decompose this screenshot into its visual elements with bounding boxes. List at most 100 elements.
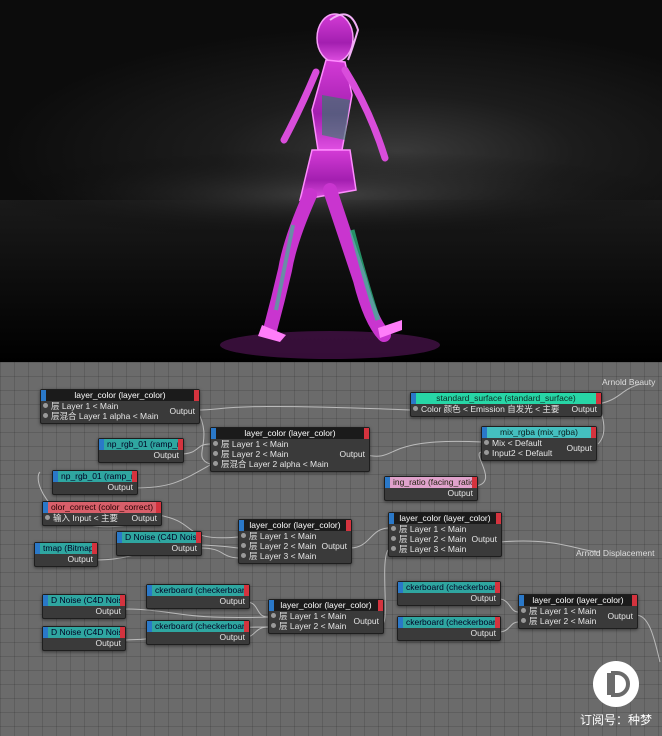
input-port[interactable] [391,526,396,531]
c4d-noise-node[interactable]: D Noise (C4D Noise) Output [42,626,126,651]
checkerboard-node[interactable]: ckerboard (checkerboard) Output [146,584,250,609]
arnold-displacement-output-label: Arnold Displacement [576,548,655,558]
layer-color-node[interactable]: layer_color (layer_color) 层 Layer 1 < Ma… [210,427,370,472]
output-label: Output [339,449,365,459]
color-correct-node[interactable]: olor_correct (color_correct) 输入 Input < … [42,501,162,526]
input-label: Input2 < Default [492,448,553,458]
layer-color-node[interactable]: layer_color (layer_color) 层 Layer 1 < Ma… [238,519,352,564]
node-input-row: 层 Layer 2 < Main Output [389,534,501,544]
node-title: layer_color (layer_color) [269,600,383,611]
input-port[interactable] [271,613,276,618]
input-label: Mix < Default [492,438,542,448]
input-port[interactable] [241,533,246,538]
node-title: np_rgb_01 (ramp_rgb) [53,471,137,482]
input-label: 层 Layer 1 < Main [399,524,467,534]
node-input-row: 层 Layer 2 < Main Output [211,449,369,459]
layer-color-node[interactable]: layer_color (layer_color) 层 Layer 1 < Ma… [388,512,502,557]
ramp-rgb-node[interactable]: np_rgb_01 (ramp_rgb) Output [98,438,184,463]
node-input-row: 层 Layer 3 < Main [389,544,501,554]
output-label: Output [321,541,347,551]
input-port[interactable] [45,515,50,520]
node-graph-editor[interactable]: Arnold Beauty Arnold Displacement layer_… [0,362,662,736]
output-label: Output [219,632,245,642]
layer-color-node[interactable]: layer_color (layer_color) 层 Layer 1 < Ma… [40,389,200,424]
checkerboard-node[interactable]: ckerboard (checkerboard) Output [397,581,501,606]
input-label: 层 Layer 2 < Main [279,621,347,631]
node-title: D Noise (C4D Noise) [43,595,125,606]
node-input-row: 输入 Input < 主要 Output [43,513,161,523]
watermark: 订阅号：种梦 [580,661,652,728]
input-port[interactable] [213,451,218,456]
node-title: ckerboard (checkerboard) [398,582,500,593]
input-label: Color 颜色 < Emission 自发光 < 主要 [421,404,560,414]
input-port[interactable] [484,440,489,445]
input-label: 层 Layer 3 < Main [249,551,317,561]
node-output-row: Output [43,638,125,648]
brand-logo-icon [592,661,639,707]
node-input-row: 层 Layer 2 < Main Output [519,611,637,626]
mix-rgba-node[interactable]: mix_rgba (mix_rgba) Mix < Default Input2… [481,426,597,461]
input-port[interactable] [43,413,48,418]
input-label: 层混合 Layer 2 alpha < Main [221,459,329,469]
output-label: Output [131,513,157,523]
input-label: 层 Layer 1 < Main [249,531,317,541]
node-title: ckerboard (checkerboard) [147,621,249,632]
input-label: 层 Layer 1 < Main [51,401,119,411]
output-label: Output [571,404,597,414]
input-label: 层 Layer 1 < Main [221,439,289,449]
output-label: Output [471,534,497,544]
checkerboard-node[interactable]: ckerboard (checkerboard) Output [146,620,250,645]
output-label: Output [607,611,633,621]
node-output-row: Output [398,628,500,638]
input-port[interactable] [213,461,218,466]
node-output-row: Output [99,450,183,460]
c4d-noise-node[interactable]: D Noise (C4D Noise) Output [42,594,126,619]
node-input-row: Input2 < Default Output [482,443,596,458]
node-input-row: 层混合 Layer 1 alpha < Main Output [41,406,199,421]
input-port[interactable] [391,546,396,551]
output-label: Output [95,638,121,648]
output-label: Output [219,596,245,606]
node-title: ckerboard (checkerboard) [398,617,500,628]
output-label: Output [470,628,496,638]
node-title: layer_color (layer_color) [41,390,199,401]
node-title: layer_color (layer_color) [519,595,637,606]
c4d-noise-node[interactable]: D Noise (C4D Noise) Output [116,531,202,556]
checkerboard-node[interactable]: ckerboard (checkerboard) Output [397,616,501,641]
input-port[interactable] [484,450,489,455]
node-input-row: 层 Layer 1 < Main [389,524,501,534]
ramp-rgb-node[interactable]: np_rgb_01 (ramp_rgb) Output [52,470,138,495]
node-input-row: 层混合 Layer 2 alpha < Main [211,459,369,469]
node-input-row: 层 Layer 3 < Main [239,551,351,561]
output-label: Output [107,482,133,492]
render-preview [0,0,662,362]
input-port[interactable] [413,406,418,411]
node-output-row: Output [147,596,249,606]
node-input-row: 层 Layer 1 < Main [239,531,351,541]
input-label: 层 Layer 2 < Main [529,616,597,626]
layer-color-node[interactable]: layer_color (layer_color) 层 Layer 1 < Ma… [268,599,384,634]
node-title: olor_correct (color_correct) [43,502,161,513]
input-port[interactable] [241,553,246,558]
bitmap-node[interactable]: tmap (Bitmap) Output [34,542,98,567]
input-port[interactable] [521,608,526,613]
node-output-row: Output [53,482,137,492]
input-label: 层混合 Layer 1 alpha < Main [51,411,159,421]
layer-color-node[interactable]: layer_color (layer_color) 层 Layer 1 < Ma… [518,594,638,629]
standard-surface-node[interactable]: standard_surface (standard_surface) Colo… [410,392,602,417]
node-output-row: Output [385,488,477,498]
node-title: ing_ratio (facing_ratio) [385,477,477,488]
input-port[interactable] [391,536,396,541]
input-port[interactable] [521,618,526,623]
watermark-text: 订阅号：种梦 [579,713,652,727]
node-title: layer_color (layer_color) [211,428,369,439]
input-port[interactable] [241,543,246,548]
input-port[interactable] [43,403,48,408]
facing-ratio-node[interactable]: ing_ratio (facing_ratio) Output [384,476,478,501]
node-output-row: Output [398,593,500,603]
input-port[interactable] [213,441,218,446]
output-label: Output [447,488,473,498]
output-label: Output [153,450,179,460]
input-port[interactable] [271,623,276,628]
input-label: 层 Layer 2 < Main [249,541,317,551]
